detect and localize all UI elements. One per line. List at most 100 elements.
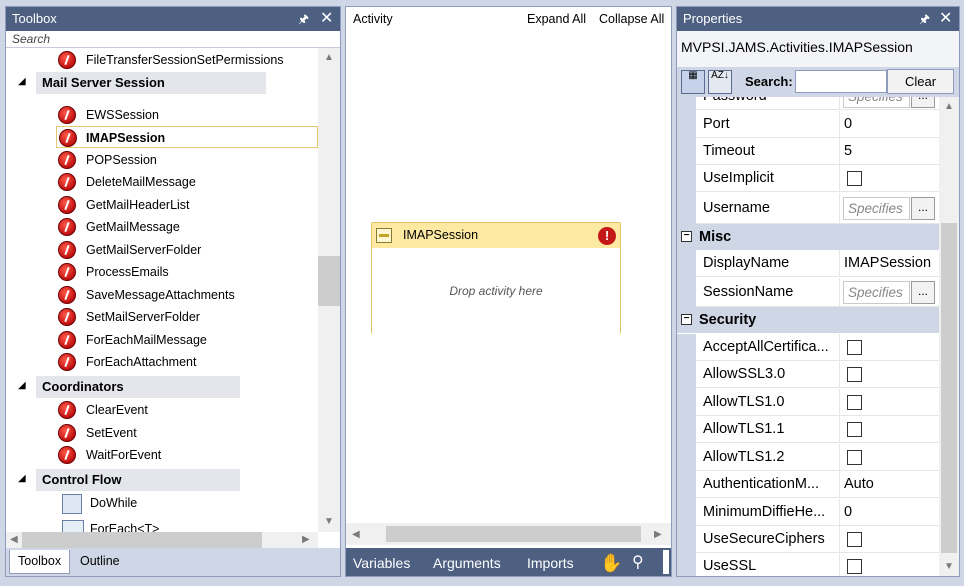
categorized-view-icon[interactable]: ▦ [681, 70, 705, 94]
list-item-selected[interactable]: IMAPSession [56, 126, 318, 148]
designer-bottom-bar: Variables Arguments Imports ✋ ⚲ [346, 548, 671, 576]
toolbox-vertical-scrollbar[interactable]: ▲ ▼ [318, 48, 340, 532]
list-item[interactable]: ProcessEmails [6, 261, 318, 283]
scroll-thumb[interactable] [386, 526, 641, 542]
checkbox[interactable] [847, 450, 862, 465]
list-item[interactable]: EWSSession [6, 104, 318, 126]
scroll-right-icon[interactable]: ▶ [654, 529, 662, 540]
scroll-left-icon[interactable]: ◀ [352, 529, 360, 540]
list-item[interactable]: POPSession [6, 149, 318, 171]
error-icon[interactable]: ! [598, 227, 616, 245]
properties-vertical-scrollbar[interactable]: ▲ ▼ [939, 97, 959, 576]
imports-button[interactable]: Imports [527, 548, 574, 576]
property-row-port[interactable]: Port 0 [677, 111, 939, 139]
scroll-down-icon[interactable]: ▼ [324, 516, 334, 527]
property-row-authenticationmethod[interactable]: AuthenticationM... Auto [677, 471, 939, 499]
checkbox[interactable] [847, 395, 862, 410]
toolbox-search-input[interactable]: Search [6, 31, 340, 48]
list-item[interactable]: GetMailHeaderList [6, 194, 318, 216]
list-item[interactable]: ForEachMailMessage [6, 329, 318, 351]
arguments-button[interactable]: Arguments [433, 548, 501, 576]
sort-alphabetical-icon[interactable]: AZ↓ [708, 70, 732, 94]
property-row-usessl[interactable]: UseSSL [677, 553, 939, 576]
tab-toolbox[interactable]: Toolbox [9, 550, 71, 574]
expand-all-button[interactable]: Expand All [527, 7, 586, 31]
scroll-up-icon[interactable]: ▲ [324, 52, 334, 63]
scroll-up-icon[interactable]: ▲ [944, 101, 954, 112]
designer-horizontal-scrollbar[interactable]: ◀ ▶ [346, 523, 671, 545]
property-row-allowtls11[interactable]: AllowTLS1.1 [677, 416, 939, 444]
checkbox[interactable] [847, 532, 862, 547]
toolbox-horizontal-scrollbar[interactable]: ◀ ▶ [6, 532, 318, 548]
list-item[interactable]: DeleteMailMessage [6, 171, 318, 193]
list-item[interactable]: SetMailServerFolder [6, 306, 318, 328]
clear-button[interactable]: Clear [887, 69, 954, 94]
tab-outline[interactable]: Outline [72, 550, 128, 574]
property-row-username[interactable]: Username Specifies ... [677, 193, 939, 224]
category-security[interactable]: − Security [677, 307, 939, 333]
property-row-allowtls12[interactable]: AllowTLS1.2 [677, 444, 939, 472]
list-item[interactable]: SetEvent [6, 422, 318, 444]
activity-header[interactable]: IMAPSession ! [372, 223, 620, 248]
scroll-thumb[interactable] [941, 223, 957, 553]
property-row-password[interactable]: Password Specifies ... [677, 97, 939, 111]
collapse-icon[interactable]: − [681, 314, 692, 325]
activity-title: IMAPSession [403, 228, 479, 242]
property-row-allowssl30[interactable]: AllowSSL3.0 [677, 361, 939, 389]
property-search-input[interactable] [795, 70, 887, 93]
list-item[interactable]: WaitForEvent [6, 444, 318, 466]
scroll-left-icon[interactable]: ◀ [10, 534, 18, 545]
category-control-flow[interactable]: Control Flow [36, 469, 240, 491]
property-row-useimplicit[interactable]: UseImplicit [677, 165, 939, 193]
list-item[interactable]: FileTransferSessionSetPermissions [6, 49, 318, 71]
close-icon[interactable]: ✕ [320, 7, 333, 31]
list-item[interactable]: GetMailServerFolder [6, 239, 318, 261]
checkbox[interactable] [847, 340, 862, 355]
list-item[interactable]: DoWhile [6, 492, 318, 514]
collapse-triangle-icon[interactable]: ◢ [18, 473, 26, 484]
collapse-all-button[interactable]: Collapse All [599, 7, 664, 31]
pin-icon[interactable]: 🖈 [919, 7, 930, 31]
toolbox-list: FileTransferSessionSetPermissions ◢ Mail… [6, 48, 318, 532]
collapse-triangle-icon[interactable]: ◢ [18, 380, 26, 391]
scroll-thumb[interactable] [22, 532, 262, 548]
checkbox[interactable] [847, 171, 862, 186]
category-coordinators[interactable]: Coordinators [36, 376, 240, 398]
scroll-thumb[interactable] [318, 256, 340, 306]
property-row-timeout[interactable]: Timeout 5 [677, 138, 939, 166]
checkbox[interactable] [847, 422, 862, 437]
scroll-down-icon[interactable]: ▼ [944, 561, 954, 572]
ellipsis-button[interactable]: ... [911, 97, 935, 108]
pin-icon[interactable]: 🖈 [298, 7, 309, 31]
zoom-field[interactable] [663, 550, 669, 574]
variables-button[interactable]: Variables [353, 548, 410, 576]
pan-hand-icon[interactable]: ✋ [600, 548, 622, 576]
close-icon[interactable]: ✕ [939, 7, 952, 31]
properties-title: Properties [683, 11, 743, 26]
activity-icon [58, 218, 76, 236]
category-misc[interactable]: − Misc [677, 224, 939, 250]
property-row-usesecureciphers[interactable]: UseSecureCiphers [677, 526, 939, 554]
ellipsis-button[interactable]: ... [911, 281, 935, 304]
list-item[interactable]: ClearEvent [6, 399, 318, 421]
checkbox[interactable] [847, 559, 862, 574]
category-mail-server-session[interactable]: Mail Server Session [36, 72, 266, 94]
list-item[interactable]: ForEachAttachment [6, 351, 318, 373]
list-item[interactable]: ForEach<T> [6, 518, 318, 532]
scroll-right-icon[interactable]: ▶ [302, 534, 310, 545]
drop-zone[interactable]: Drop activity here [372, 248, 620, 334]
property-row-sessionname[interactable]: SessionName Specifies ... [677, 278, 939, 307]
breadcrumb[interactable]: Activity [353, 7, 393, 31]
ellipsis-button[interactable]: ... [911, 197, 935, 220]
checkbox[interactable] [847, 367, 862, 382]
zoom-icon[interactable]: ⚲ [632, 548, 644, 576]
property-row-minimumdiffiehellman[interactable]: MinimumDiffieHe... 0 [677, 499, 939, 527]
list-item[interactable]: GetMailMessage [6, 216, 318, 238]
collapse-triangle-icon[interactable]: ◢ [18, 76, 26, 87]
property-row-allowtls10[interactable]: AllowTLS1.0 [677, 389, 939, 417]
imap-session-activity[interactable]: IMAPSession ! Drop activity here [371, 222, 621, 334]
list-item[interactable]: SaveMessageAttachments [6, 284, 318, 306]
property-row-acceptallcertificates[interactable]: AcceptAllCertifica... [677, 334, 939, 362]
property-row-displayname[interactable]: DisplayName IMAPSession [677, 250, 939, 278]
collapse-icon[interactable]: − [681, 231, 692, 242]
